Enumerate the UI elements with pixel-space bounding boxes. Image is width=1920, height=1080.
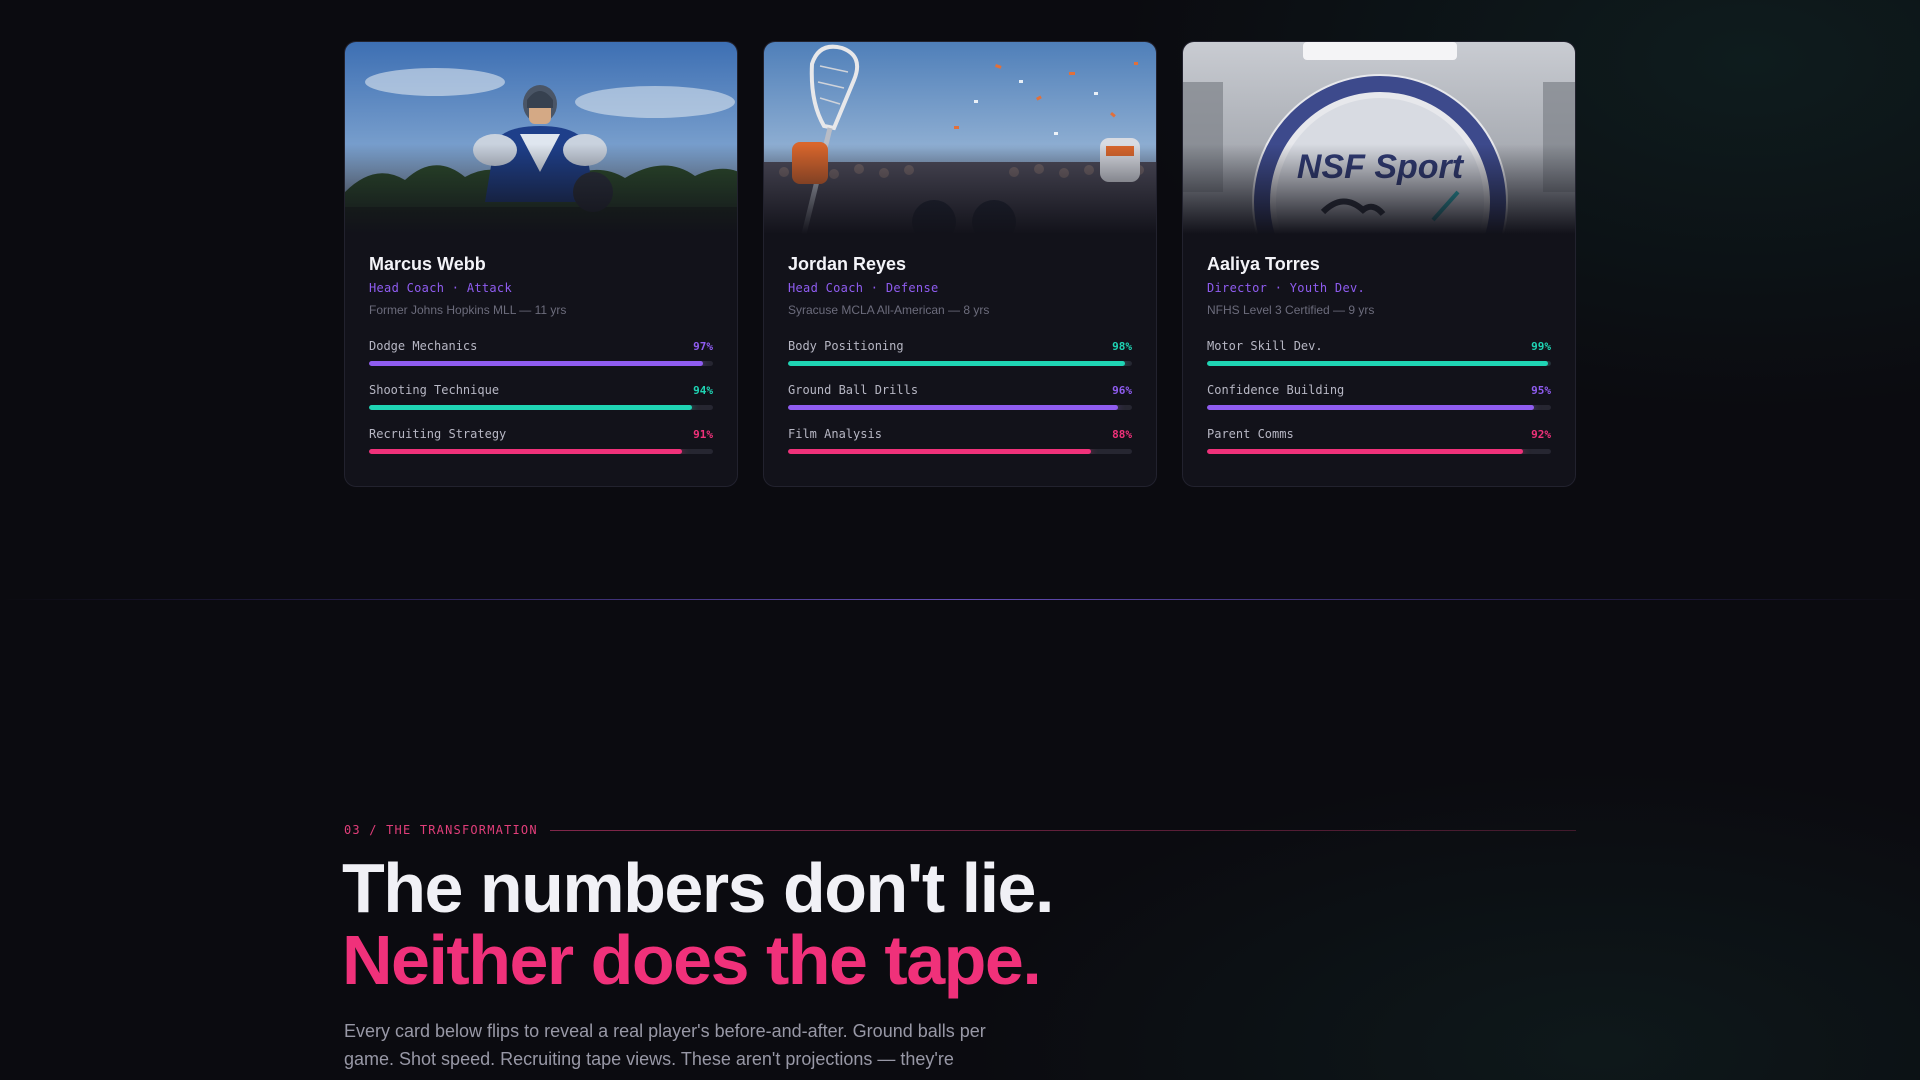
- coach-credential: Syracuse MCLA All-American — 8 yrs: [788, 303, 990, 317]
- skill-name: Ground Ball Drills: [788, 383, 919, 397]
- skill-bar-track: [788, 361, 1132, 366]
- skill-bar-track: [788, 449, 1132, 454]
- skill-bar-track: [369, 449, 713, 454]
- skill-bar-fill: [1207, 449, 1524, 454]
- skill-percent: 97%: [693, 340, 713, 353]
- skill-bar-fill: [1207, 361, 1548, 366]
- skill-percent: 92%: [1531, 428, 1551, 441]
- skill-list: Motor Skill Dev. 99% Confidence Building…: [1207, 339, 1551, 454]
- coach-credential: NFHS Level 3 Certified — 9 yrs: [1207, 303, 1375, 317]
- skill-percent: 98%: [1112, 340, 1132, 353]
- section-label-row: 03 / THE TRANSFORMATION: [344, 823, 1576, 837]
- skill-item: Shooting Technique 94%: [369, 383, 713, 410]
- coach-role: Director · Youth Dev.: [1207, 281, 1366, 295]
- skill-percent: 94%: [693, 384, 713, 397]
- lacrosse-stick-celebration-photo: [764, 42, 1156, 234]
- headline-line-2: Neither does the tape.: [342, 921, 1042, 999]
- skill-percent: 88%: [1112, 428, 1132, 441]
- skill-percent: 96%: [1112, 384, 1132, 397]
- skill-name: Film Analysis: [788, 427, 882, 441]
- coach-role: Head Coach · Defense: [788, 281, 939, 295]
- section-divider: [0, 599, 1920, 600]
- skill-bar-track: [369, 361, 713, 366]
- skill-name: Dodge Mechanics: [369, 339, 478, 353]
- skill-name: Body Positioning: [788, 339, 904, 353]
- skill-bar-track: [1207, 405, 1551, 410]
- coach-name: Marcus Webb: [369, 254, 486, 274]
- skill-list: Body Positioning 98% Ground Ball Drills …: [788, 339, 1132, 454]
- skill-bar-fill: [369, 449, 683, 454]
- section-headline: The numbers don't lie. Neither does the …: [342, 849, 1054, 999]
- skill-bar-fill: [788, 449, 1091, 454]
- headline-line-1: The numbers don't lie.: [342, 849, 1054, 927]
- skill-name: Recruiting Strategy: [369, 427, 507, 441]
- skill-item: Confidence Building 95%: [1207, 383, 1551, 410]
- coach-card-jordan-reyes[interactable]: Jordan Reyes Head Coach · Defense Syracu…: [763, 41, 1157, 487]
- skill-item: Parent Comms 92%: [1207, 427, 1551, 454]
- skill-item: Film Analysis 88%: [788, 427, 1132, 454]
- coach-name: Jordan Reyes: [788, 254, 907, 274]
- skill-bar-fill: [788, 405, 1119, 410]
- skill-name: Confidence Building: [1207, 383, 1345, 397]
- skill-percent: 91%: [693, 428, 713, 441]
- skill-item: Body Positioning 98%: [788, 339, 1132, 366]
- skill-percent: 95%: [1531, 384, 1551, 397]
- nsf-sport-logo-photo: NSF Sport: [1183, 42, 1575, 234]
- skill-item: Motor Skill Dev. 99%: [1207, 339, 1551, 366]
- skill-bar-track: [369, 405, 713, 410]
- coach-cards: Marcus Webb Head Coach · Attack Former J…: [344, 41, 1576, 487]
- skill-bar-track: [1207, 361, 1551, 366]
- skill-bar-fill: [788, 361, 1126, 366]
- logo-text: NSF Sport: [1297, 148, 1465, 186]
- coach-role: Head Coach · Attack: [369, 281, 512, 295]
- lacrosse-player-photo: [345, 42, 737, 234]
- coach-card-marcus-webb[interactable]: Marcus Webb Head Coach · Attack Former J…: [344, 41, 738, 487]
- section-lede: Every card below flips to reveal a real …: [344, 1021, 986, 1069]
- skill-item: Dodge Mechanics 97%: [369, 339, 713, 366]
- skill-bar-track: [788, 405, 1132, 410]
- coach-card-aaliya-torres[interactable]: NSF Sport Aaliya Torres Director · Youth…: [1182, 41, 1576, 487]
- skill-name: Parent Comms: [1207, 427, 1294, 441]
- coach-credential: Former Johns Hopkins MLL — 11 yrs: [369, 303, 567, 317]
- skill-item: Ground Ball Drills 96%: [788, 383, 1132, 410]
- section-label-rule: [549, 829, 1576, 831]
- skill-bar-fill: [369, 405, 693, 410]
- section-label: 03 / THE TRANSFORMATION: [344, 823, 538, 837]
- skill-list: Dodge Mechanics 97% Shooting Technique 9…: [369, 339, 713, 454]
- skill-percent: 99%: [1531, 340, 1551, 353]
- skill-bar-fill: [369, 361, 703, 366]
- skill-name: Motor Skill Dev.: [1207, 339, 1323, 353]
- skill-item: Recruiting Strategy 91%: [369, 427, 713, 454]
- coach-name: Aaliya Torres: [1207, 254, 1320, 274]
- skill-bar-track: [1207, 449, 1551, 454]
- skill-name: Shooting Technique: [369, 383, 500, 397]
- skill-bar-fill: [1207, 405, 1534, 410]
